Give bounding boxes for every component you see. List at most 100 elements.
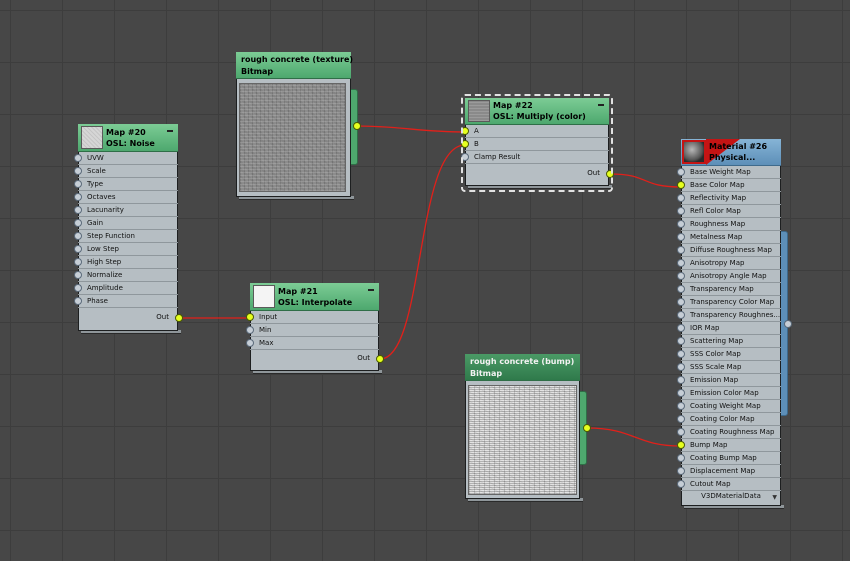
input-socket[interactable]	[677, 272, 685, 280]
input-row[interactable]: Diffuse Roughness Map	[677, 244, 781, 257]
input-socket[interactable]	[677, 207, 685, 215]
input-socket[interactable]	[677, 428, 685, 436]
input-row[interactable]: Emission Map	[677, 374, 781, 387]
input-socket[interactable]	[74, 284, 82, 292]
material-output-socket[interactable]	[784, 320, 792, 328]
input-row[interactable]: Max	[246, 337, 379, 350]
input-socket[interactable]	[677, 259, 685, 267]
input-row[interactable]: Coating Bump Map	[677, 452, 781, 465]
input-row[interactable]: Input	[246, 311, 379, 324]
input-socket[interactable]	[677, 324, 685, 332]
input-row[interactable]: Octaves	[74, 191, 178, 204]
input-row[interactable]: SSS Color Map	[677, 348, 781, 361]
input-row[interactable]: UVW	[74, 152, 178, 165]
input-socket[interactable]	[677, 298, 685, 306]
input-row[interactable]: Bump Map	[677, 439, 781, 452]
input-row[interactable]: Metalness Map	[677, 231, 781, 244]
input-socket[interactable]	[677, 194, 685, 202]
input-row[interactable]: Amplitude	[74, 282, 178, 295]
input-socket[interactable]	[677, 350, 685, 358]
input-socket[interactable]	[677, 415, 685, 423]
input-socket[interactable]	[74, 271, 82, 279]
input-socket[interactable]	[677, 376, 685, 384]
input-socket[interactable]	[74, 206, 82, 214]
bump-output-socket[interactable]	[583, 424, 591, 432]
input-socket[interactable]	[677, 363, 685, 371]
input-socket[interactable]	[246, 326, 254, 334]
input-socket[interactable]	[677, 168, 685, 176]
input-socket[interactable]	[677, 480, 685, 488]
input-socket[interactable]	[74, 232, 82, 240]
input-row[interactable]: Low Step	[74, 243, 178, 256]
input-socket[interactable]	[677, 220, 685, 228]
input-socket[interactable]	[74, 297, 82, 305]
input-socket[interactable]	[461, 140, 469, 148]
input-socket[interactable]	[246, 339, 254, 347]
input-row[interactable]: A	[461, 125, 609, 138]
input-socket[interactable]	[677, 337, 685, 345]
minimize-button[interactable]	[167, 130, 173, 132]
input-socket[interactable]	[677, 389, 685, 397]
input-row[interactable]: IOR Map	[677, 322, 781, 335]
node-osl-multiply[interactable]: Map #22 OSL: Multiply (color) A B Clamp Re…	[461, 98, 612, 189]
input-socket[interactable]	[74, 258, 82, 266]
input-row[interactable]: Displacement Map	[677, 465, 781, 478]
multiply-output-socket[interactable]	[606, 170, 614, 178]
input-row[interactable]: Clamp Result	[461, 151, 609, 164]
input-row[interactable]: Lacunarity	[74, 204, 178, 217]
input-row[interactable]: Emission Color Map	[677, 387, 781, 400]
interpolate-output-socket[interactable]	[376, 355, 384, 363]
input-row[interactable]: Refl Color Map	[677, 205, 781, 218]
node-osl-interpolate[interactable]: Map #21 OSL: Interpolate Input Min Max Out	[246, 283, 382, 374]
input-row[interactable]: Coating Color Map	[677, 413, 781, 426]
minimize-button[interactable]	[598, 104, 604, 106]
input-row[interactable]: Base Weight Map	[677, 166, 781, 179]
input-row[interactable]: Roughness Map	[677, 218, 781, 231]
input-row[interactable]: SSS Scale Map	[677, 361, 781, 374]
input-row[interactable]: Scattering Map	[677, 335, 781, 348]
input-socket[interactable]	[677, 233, 685, 241]
noise-output-socket[interactable]	[175, 314, 183, 322]
input-row[interactable]: Gain	[74, 217, 178, 230]
input-socket[interactable]	[461, 127, 469, 135]
input-row[interactable]: Transparency Color Map	[677, 296, 781, 309]
input-socket[interactable]	[677, 467, 685, 475]
input-row[interactable]: Transparency Map	[677, 283, 781, 296]
node-bump-bitmap[interactable]: rough concrete (bump) Bitmap	[465, 354, 583, 502]
node-header[interactable]: Map #22 OSL: Multiply (color)	[465, 98, 609, 125]
input-socket[interactable]	[246, 313, 254, 321]
node-texture-bitmap[interactable]: rough concrete (texture) Bitmap	[236, 52, 354, 200]
input-socket[interactable]	[74, 180, 82, 188]
input-socket[interactable]	[677, 246, 685, 254]
input-row[interactable]: Min	[246, 324, 379, 337]
input-row[interactable]: Step Function	[74, 230, 178, 243]
input-row[interactable]: Type	[74, 178, 178, 191]
input-socket[interactable]	[677, 441, 685, 449]
minimize-button[interactable]	[368, 289, 374, 291]
node-physical-material[interactable]: Material #26 Physical... Base Weight Map…	[677, 139, 784, 509]
input-socket[interactable]	[74, 245, 82, 253]
input-row[interactable]: Phase	[74, 295, 178, 308]
input-row[interactable]: Coating Roughness Map	[677, 426, 781, 439]
input-socket[interactable]	[74, 219, 82, 227]
input-row[interactable]: Base Color Map	[677, 179, 781, 192]
node-header[interactable]: Map #20 OSL: Noise	[78, 124, 178, 152]
input-row[interactable]: Scale	[74, 165, 178, 178]
input-row[interactable]: Reflectivity Map	[677, 192, 781, 205]
input-row[interactable]: Anisotropy Map	[677, 257, 781, 270]
input-row[interactable]: B	[461, 138, 609, 151]
input-row[interactable]: Transparency Roughnes...	[677, 309, 781, 322]
input-row[interactable]: High Step	[74, 256, 178, 269]
input-socket[interactable]	[677, 285, 685, 293]
input-socket[interactable]	[74, 167, 82, 175]
node-header[interactable]: Material #26 Physical...	[681, 139, 781, 166]
input-row[interactable]: Cutout Map	[677, 478, 781, 491]
scroll-down-icon[interactable]: ▼	[772, 494, 777, 501]
texture-output-socket[interactable]	[353, 122, 361, 130]
node-header[interactable]: rough concrete (bump) Bitmap	[465, 354, 580, 381]
node-osl-noise[interactable]: Map #20 OSL: Noise UVW Scale Type Octaves La…	[74, 124, 181, 334]
input-row[interactable]: Coating Weight Map	[677, 400, 781, 413]
input-socket[interactable]	[74, 193, 82, 201]
node-header[interactable]: Map #21 OSL: Interpolate	[250, 283, 379, 311]
input-socket[interactable]	[677, 454, 685, 462]
